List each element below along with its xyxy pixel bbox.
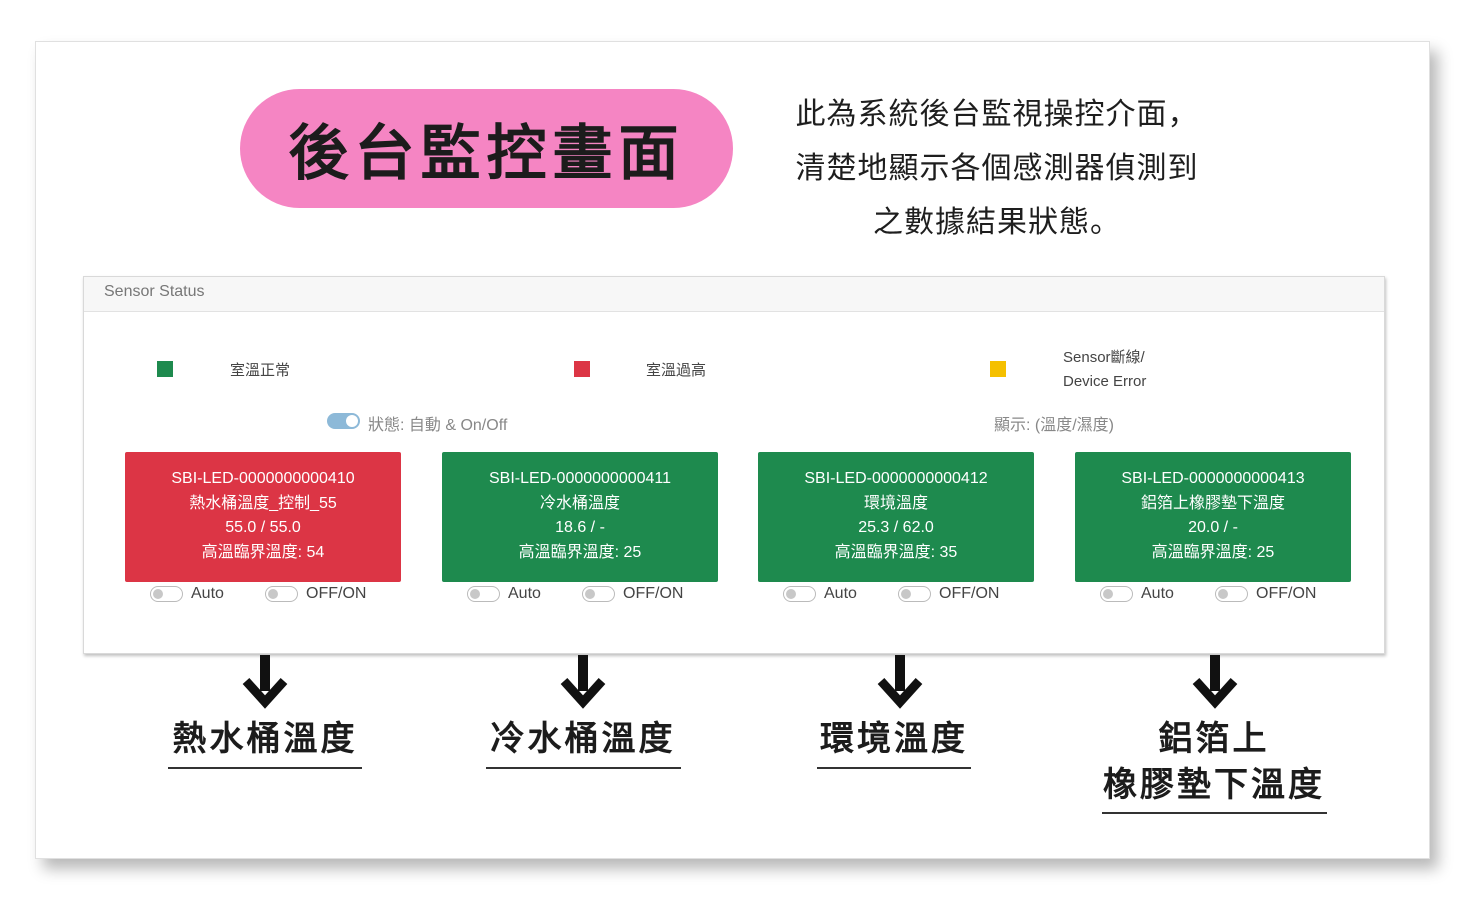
- sensor-card[interactable]: SBI-LED-0000000000412 環境溫度 25.3 / 62.0 高…: [758, 452, 1034, 582]
- description-line: 之數據結果狀態。: [873, 205, 1121, 240]
- offon-label: OFF/ON: [1256, 585, 1317, 602]
- label-underline: [486, 767, 681, 769]
- auto-control[interactable]: Auto: [150, 585, 224, 603]
- auto-toggle[interactable]: [467, 586, 500, 602]
- offon-control[interactable]: OFF/ON: [265, 585, 366, 603]
- bottom-label-hot-tank: 熱水桶溫度: [172, 719, 358, 759]
- offon-control[interactable]: OFF/ON: [582, 585, 683, 603]
- sensor-reading: 18.6 / -: [555, 519, 605, 536]
- display-mode-label: 顯示: (溫度/濕度): [994, 417, 1114, 434]
- legend-error-swatch: [990, 361, 1006, 377]
- sensor-name: 環境溫度: [863, 494, 928, 512]
- sensor-reading: 55.0 / 55.0: [225, 519, 301, 536]
- title-banner: 後台監控畫面: [240, 89, 733, 208]
- panel-title: Sensor Status: [104, 283, 205, 300]
- label-underline: [817, 767, 971, 769]
- sensor-id: SBI-LED-0000000000412: [804, 470, 988, 487]
- sensor-name: 冷水桶溫度: [539, 494, 620, 512]
- legend-error-label: Sensor斷線/ Device Error: [1063, 346, 1146, 394]
- auto-control[interactable]: Auto: [467, 585, 541, 603]
- sensor-card[interactable]: SBI-LED-0000000000411 冷水桶溫度 18.6 / - 高溫臨…: [442, 452, 718, 582]
- status-toggle-label: 狀態: 自動 & On/Off: [368, 417, 508, 434]
- description: 此為系統後台監視操控介面， 清楚地顯示各個感測器偵測到 之數據結果狀態。: [752, 88, 1242, 250]
- sensor-threshold: 高溫臨界溫度: 25: [518, 543, 642, 561]
- down-arrow-icon: [1192, 655, 1238, 709]
- auto-label: Auto: [824, 585, 857, 602]
- sensor-card[interactable]: SBI-LED-0000000000413 鋁箔上橡膠墊下溫度 20.0 / -…: [1075, 452, 1351, 582]
- auto-control[interactable]: Auto: [1100, 585, 1174, 603]
- auto-label: Auto: [191, 585, 224, 602]
- legend-error-line: Sensor斷線/: [1063, 349, 1145, 366]
- label-underline: [168, 767, 362, 769]
- bottom-label-line: 橡膠墊下溫度: [1103, 765, 1325, 805]
- legend-error-line: Device Error: [1063, 373, 1147, 390]
- auto-toggle[interactable]: [1100, 586, 1133, 602]
- sensor-id: SBI-LED-0000000000410: [171, 470, 355, 487]
- offon-control[interactable]: OFF/ON: [1215, 585, 1316, 603]
- description-line: 此為系統後台監視操控介面，: [795, 97, 1199, 132]
- page-title: 後台監控畫面: [288, 119, 685, 189]
- offon-label: OFF/ON: [623, 585, 684, 602]
- sensor-threshold: 高溫臨界溫度: 54: [201, 543, 325, 561]
- sensor-name: 熱水桶溫度_控制_55: [189, 494, 337, 512]
- sensor-status-panel: Sensor Status 室溫正常 室溫過高 Sensor斷線/ Device…: [83, 276, 1385, 654]
- offon-toggle[interactable]: [1215, 586, 1248, 602]
- status-auto-toggle[interactable]: [327, 413, 360, 429]
- auto-toggle[interactable]: [783, 586, 816, 602]
- offon-toggle[interactable]: [582, 586, 615, 602]
- auto-label: Auto: [1141, 585, 1174, 602]
- sensor-name: 鋁箔上橡膠墊下溫度: [1140, 494, 1285, 512]
- bottom-label-cold-tank: 冷水桶溫度: [490, 719, 676, 759]
- offon-label: OFF/ON: [306, 585, 367, 602]
- offon-control[interactable]: OFF/ON: [898, 585, 999, 603]
- bottom-label-foil-pad: 鋁箔上 橡膠墊下溫度: [1084, 716, 1344, 808]
- label-underline: [1102, 812, 1327, 814]
- legend-high-swatch: [574, 361, 590, 377]
- auto-label: Auto: [508, 585, 541, 602]
- legend-high-label: 室溫過高: [646, 362, 707, 379]
- down-arrow-icon: [877, 655, 923, 709]
- sensor-id: SBI-LED-0000000000413: [1121, 470, 1305, 487]
- auto-control[interactable]: Auto: [783, 585, 857, 603]
- sensor-threshold: 高溫臨界溫度: 25: [1151, 543, 1275, 561]
- description-line: 清楚地顯示各個感測器偵測到: [795, 151, 1199, 186]
- legend-normal-label: 室溫正常: [230, 362, 291, 379]
- down-arrow-icon: [242, 655, 288, 709]
- sensor-reading: 20.0 / -: [1188, 519, 1238, 536]
- offon-toggle[interactable]: [265, 586, 298, 602]
- sensor-card[interactable]: SBI-LED-0000000000410 熱水桶溫度_控制_55 55.0 /…: [125, 452, 401, 582]
- offon-toggle[interactable]: [898, 586, 931, 602]
- bottom-label-ambient: 環境溫度: [820, 719, 968, 759]
- bottom-label-line: 鋁箔上: [1158, 719, 1270, 759]
- legend-normal-swatch: [157, 361, 173, 377]
- down-arrow-icon: [560, 655, 606, 709]
- offon-label: OFF/ON: [939, 585, 1000, 602]
- panel-header: Sensor Status: [84, 277, 1384, 312]
- sensor-reading: 25.3 / 62.0: [858, 519, 934, 536]
- auto-toggle[interactable]: [150, 586, 183, 602]
- sensor-threshold: 高溫臨界溫度: 35: [834, 543, 958, 561]
- sensor-id: SBI-LED-0000000000411: [488, 470, 672, 487]
